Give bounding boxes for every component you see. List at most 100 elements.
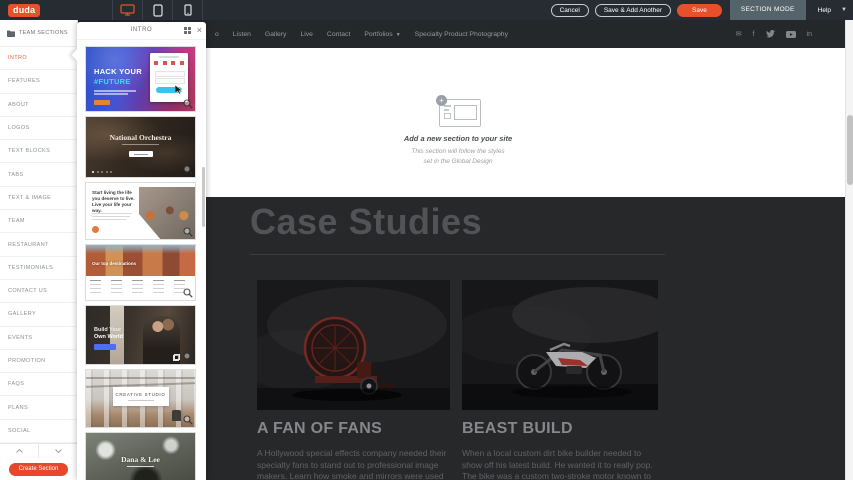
- sidebar-item-promotion[interactable]: PROMOTION: [0, 350, 77, 373]
- plus-icon: +: [436, 95, 447, 106]
- cancel-button[interactable]: Cancel: [551, 4, 589, 17]
- thumb-cta-button: [94, 100, 110, 105]
- section-thumbnail-national-orchestra[interactable]: National Orchestra: [85, 116, 196, 178]
- panel-scrollbar-thumb[interactable]: [202, 167, 205, 227]
- section-thumbnail-build-your-own-world[interactable]: Build Your Own World: [85, 305, 196, 365]
- thumb-title: Start living the life you deserve to liv…: [92, 190, 138, 214]
- chevron-down-icon: ▼: [396, 32, 401, 38]
- add-section-title: Add a new section to your site: [360, 134, 556, 143]
- intro-sections-panel: INTRO × HACK YOUR #FUTURE: [77, 22, 206, 480]
- email-icon[interactable]: ✉: [736, 31, 742, 38]
- copy-icon: [173, 354, 180, 361]
- magnifier-icon[interactable]: [183, 288, 193, 298]
- section-thumbnail-live-your-way[interactable]: Start living the life you deserve to liv…: [85, 182, 196, 240]
- divider: [202, 0, 203, 20]
- thumb-card: CREATIVE STUDIO: [113, 387, 169, 406]
- twitter-icon[interactable]: [766, 30, 775, 38]
- add-section-placeholder[interactable]: + Add a new section to your site This se…: [360, 95, 556, 166]
- magnifier-icon[interactable]: [183, 352, 193, 362]
- save-button[interactable]: Save: [677, 4, 722, 17]
- duda-logo-text: duda: [13, 5, 35, 15]
- scroll-up-button[interactable]: [0, 444, 39, 458]
- nav-item-portfolios[interactable]: Portfolios ▼: [364, 31, 400, 38]
- folder-icon: [7, 30, 15, 37]
- sidebar-item-text-blocks[interactable]: TEXT BLOCKS: [0, 140, 77, 163]
- section-thumbnail-top-destinations[interactable]: Our top destinations: [85, 244, 196, 301]
- youtube-icon[interactable]: [786, 31, 796, 38]
- section-thumbnails-list: HACK YOUR #FUTURE National Orchestra: [77, 40, 206, 480]
- thumb-title: HACK YOUR: [94, 67, 142, 76]
- thumb-title: Dana & Lee: [86, 455, 195, 464]
- nav-item-live[interactable]: Live: [300, 31, 312, 38]
- thumb-title: Our top destinations: [92, 261, 136, 266]
- section-thumbnail-creative-studio[interactable]: CREATIVE STUDIO: [85, 369, 196, 428]
- page-scrollbar-thumb[interactable]: [847, 115, 853, 185]
- thumb-title: Own World: [94, 334, 123, 340]
- sidebar-item-events[interactable]: EVENTS: [0, 327, 77, 350]
- nav-item-listen[interactable]: Listen: [233, 31, 251, 38]
- sidebar-items: INTRO FEATURES ABOUT LOGOS TEXT BLOCKS T…: [0, 47, 77, 443]
- help-menu[interactable]: Help: [818, 7, 831, 14]
- chevron-down-icon[interactable]: ▼: [841, 7, 847, 13]
- duda-section-editor: duda Cancel Save & Add Another Save SECT…: [0, 0, 853, 480]
- sidebar-item-gallery[interactable]: GALLERY: [0, 303, 77, 326]
- grid-view-icon[interactable]: [184, 27, 191, 34]
- scroll-down-button[interactable]: [39, 444, 77, 458]
- site-social-links: ✉ f in: [736, 20, 812, 48]
- nav-item-partial[interactable]: o: [215, 31, 219, 38]
- save-add-another-button[interactable]: Save & Add Another: [595, 4, 671, 17]
- case-study-card-beast-build: BEAST BUILD When a local custom dirt bik…: [462, 280, 658, 480]
- magnifier-icon[interactable]: [183, 415, 193, 425]
- sidebar-item-social[interactable]: SOCIAL: [0, 420, 77, 443]
- desktop-preview-button[interactable]: [113, 0, 142, 20]
- mobile-preview-button[interactable]: [173, 0, 202, 20]
- sidebar-item-team[interactable]: TEAM: [0, 210, 77, 233]
- divider: [250, 254, 665, 255]
- sidebar-item-logos[interactable]: LOGOS: [0, 117, 77, 140]
- nav-item-contact[interactable]: Contact: [327, 31, 350, 38]
- sidebar-item-intro[interactable]: INTRO: [0, 47, 77, 70]
- nav-item-gallery[interactable]: Gallery: [265, 31, 287, 38]
- sidebar-item-contact-us[interactable]: CONTACT US: [0, 280, 77, 303]
- nav-item-portfolios-label: Portfolios: [364, 31, 392, 38]
- sidebar-item-features[interactable]: FEATURES: [0, 70, 77, 93]
- magnifier-icon[interactable]: [183, 99, 193, 109]
- device-switcher: [112, 0, 203, 20]
- create-section-button[interactable]: Create Section: [9, 463, 69, 476]
- thumb-form-card: [150, 53, 188, 102]
- cursor-icon: [175, 85, 182, 94]
- section-thumbnail-dana-and-lee[interactable]: Dana & Lee: [85, 432, 196, 480]
- sidebar-item-testimonials[interactable]: TESTIMONIALS: [0, 257, 77, 280]
- sidebar-item-tabs[interactable]: TABS: [0, 163, 77, 186]
- sidebar-item-text-image[interactable]: TEXT & IMAGE: [0, 187, 77, 210]
- fan-machine-image: [257, 280, 450, 410]
- magnifier-icon[interactable]: [183, 165, 193, 175]
- carousel-dots: [92, 171, 112, 173]
- magnifier-icon[interactable]: [183, 227, 193, 237]
- duda-logo[interactable]: duda: [8, 4, 40, 17]
- facebook-icon[interactable]: f: [753, 31, 755, 38]
- desktop-icon: [120, 4, 135, 16]
- add-section-subtitle: This section will follow the styles set …: [360, 147, 556, 166]
- topbar: duda Cancel Save & Add Another Save SECT…: [0, 0, 853, 20]
- nav-item-specialty-product-photography[interactable]: Specialty Product Photography: [415, 31, 508, 38]
- thumb-title: National Orchestra: [86, 133, 195, 142]
- sidebar-item-about[interactable]: ABOUT: [0, 94, 77, 117]
- sidebar-item-faqs[interactable]: FAQS: [0, 373, 77, 396]
- panel-header: INTRO ×: [77, 22, 206, 40]
- sidebar-item-plans[interactable]: PLANS: [0, 396, 77, 419]
- case-study-body: When a local custom dirt bike builder ne…: [462, 448, 658, 480]
- case-study-card-fan-of-fans: A FAN OF FANS A Hollywood special effect…: [257, 280, 450, 480]
- close-icon[interactable]: ×: [197, 24, 202, 36]
- sidebar-item-restaurant[interactable]: RESTAURANT: [0, 233, 77, 256]
- linkedin-icon[interactable]: in: [807, 31, 812, 38]
- tablet-preview-button[interactable]: [143, 0, 172, 20]
- thumb-links-table: [90, 278, 191, 294]
- sidebar-header-label: TEAM SECTIONS: [19, 30, 68, 36]
- section-thumbnail-hack-your-future[interactable]: HACK YOUR #FUTURE: [85, 46, 196, 112]
- page-scrollbar[interactable]: [845, 20, 853, 480]
- tablet-icon: [153, 4, 163, 17]
- chevron-down-icon: [55, 449, 62, 453]
- case-study-title: A FAN OF FANS: [257, 420, 450, 438]
- chevron-up-icon: [16, 449, 23, 453]
